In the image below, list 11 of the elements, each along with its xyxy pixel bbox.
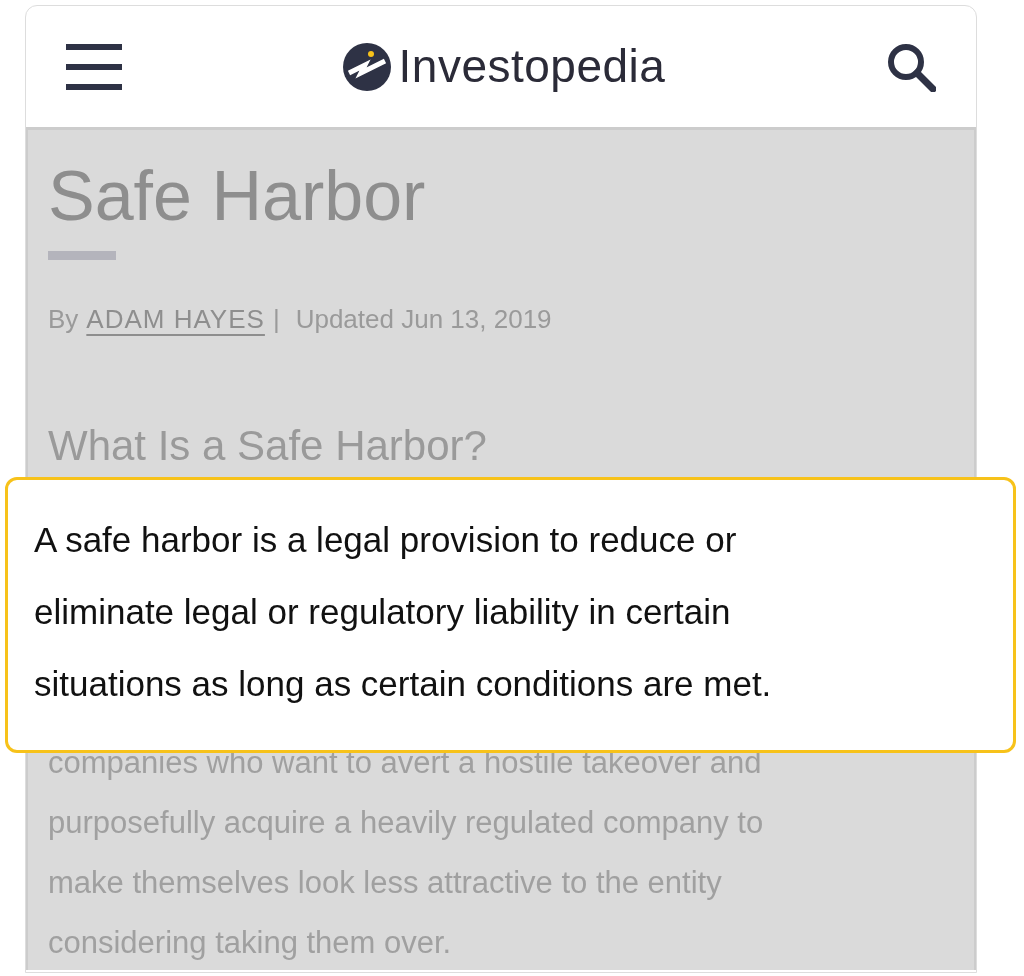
definition-callout: A safe harbor is a legal provision to reduce or eliminate legal or regulatory liability in certain situations as long as certain conditions are met. [5, 477, 1016, 753]
updated-date: Updated Jun 13, 2019 [295, 303, 552, 336]
logo-icon [342, 42, 391, 91]
section-heading: What Is a Safe Harbor? [48, 421, 488, 471]
byline-label: By [48, 303, 79, 336]
article-title: Safe Harbor [48, 158, 427, 235]
brand-name[interactable]: Investopedia [398, 32, 666, 101]
search-icon[interactable] [886, 41, 936, 92]
title-underline [48, 251, 116, 260]
menu-icon[interactable] [66, 43, 122, 90]
byline-separator: | [272, 303, 280, 336]
